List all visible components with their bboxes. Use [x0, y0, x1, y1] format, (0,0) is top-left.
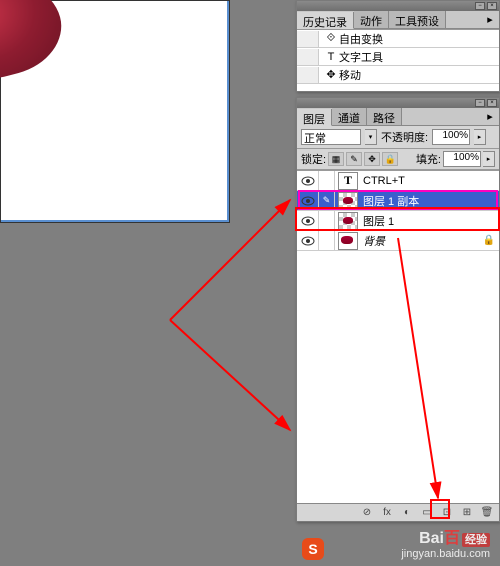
lock-pixels-icon[interactable]: ✎: [346, 152, 362, 166]
minimize-button[interactable]: −: [475, 99, 485, 107]
dropdown-arrow-icon[interactable]: ▾: [365, 129, 377, 145]
layer-name[interactable]: CTRL+T: [361, 175, 499, 187]
eye-icon: [301, 176, 315, 186]
history-item[interactable]: T 文字工具: [297, 48, 499, 66]
history-list: ⟐ 自由变换 T 文字工具 ✥ 移动: [297, 29, 499, 91]
adjustment-layer-button[interactable]: ▭: [419, 506, 435, 520]
link-toggle[interactable]: [319, 211, 335, 230]
link-toggle[interactable]: [319, 231, 335, 250]
watermark-text: 经验: [462, 533, 490, 547]
history-item-label: 文字工具: [339, 49, 383, 65]
eye-icon: [301, 196, 315, 206]
tab-history[interactable]: 历史记录: [297, 12, 354, 29]
opacity-label: 不透明度:: [381, 129, 428, 145]
eye-icon: [301, 216, 315, 226]
watermark-text: 百: [444, 530, 460, 547]
type-layer-thumb: T: [338, 172, 358, 190]
lock-label: 锁定:: [301, 151, 326, 167]
close-button[interactable]: ×: [487, 99, 497, 107]
layer-thumb: [338, 232, 358, 250]
opacity-input[interactable]: 100%: [432, 129, 470, 145]
tab-tool-presets[interactable]: 工具预设: [389, 11, 446, 28]
lock-icon: 🔒: [479, 235, 499, 246]
layer-name[interactable]: 背景: [361, 233, 479, 249]
move-tool-icon: ✥: [323, 68, 339, 81]
watermark: Bai百经验 jingyan.baidu.com: [401, 524, 490, 560]
watermark-text: Bai: [419, 530, 444, 547]
layer-row[interactable]: ✎ 图层 1 副本: [297, 191, 499, 211]
link-toggle[interactable]: ✎: [319, 191, 335, 210]
taskbar-app-icon[interactable]: S: [302, 538, 324, 560]
link-layers-button[interactable]: ⊘: [359, 506, 375, 520]
lock-transparency-icon[interactable]: ▦: [328, 152, 344, 166]
lock-position-icon[interactable]: ✥: [364, 152, 380, 166]
history-item[interactable]: ⟐ 自由变换: [297, 30, 499, 48]
tab-channels[interactable]: 通道: [332, 108, 367, 125]
type-tool-icon: T: [323, 51, 339, 63]
link-toggle[interactable]: [319, 171, 335, 190]
visibility-toggle[interactable]: [297, 171, 319, 190]
layer-list: T CTRL+T ✎ 图层 1 副本 图层 1 背景 🔒: [297, 170, 499, 503]
layer-row[interactable]: T CTRL+T: [297, 171, 499, 191]
panel-tabs: 历史记录 动作 工具预设 ▸: [297, 11, 499, 29]
delete-layer-button[interactable]: 🗑: [479, 506, 495, 520]
dropdown-arrow-icon[interactable]: ▸: [474, 129, 486, 145]
free-transform-icon: ⟐: [323, 32, 339, 45]
tab-layers[interactable]: 图层: [297, 109, 332, 126]
layer-name[interactable]: 图层 1: [361, 213, 499, 229]
fill-label: 填充:: [416, 151, 441, 167]
layers-panel: − × 图层 通道 路径 ▸ 正常 ▾ 不透明度: 100% ▸ 锁定: ▦ ✎…: [296, 97, 500, 522]
blend-mode-select[interactable]: 正常: [301, 129, 361, 145]
watermark-logo: Bai百经验: [401, 524, 490, 548]
panel-menu-icon[interactable]: ▸: [481, 11, 499, 28]
panel-tabs: 图层 通道 路径 ▸: [297, 108, 499, 126]
layer-row[interactable]: 图层 1: [297, 211, 499, 231]
panel-menu-icon[interactable]: ▸: [481, 108, 499, 125]
visibility-toggle[interactable]: [297, 191, 319, 210]
panel-titlebar: − ×: [297, 98, 499, 108]
lock-options-row: 锁定: ▦ ✎ ✥ 🔒 填充: 100% ▸: [297, 149, 499, 170]
layer-effects-button[interactable]: fx: [379, 506, 395, 520]
layer-options-row: 正常 ▾ 不透明度: 100% ▸: [297, 126, 499, 149]
history-thumb: [297, 67, 319, 83]
history-item[interactable]: ✥ 移动: [297, 66, 499, 84]
panel-titlebar: − ×: [297, 1, 499, 11]
tab-paths[interactable]: 路径: [367, 108, 402, 125]
layer-thumb: [338, 212, 358, 230]
lock-all-icon[interactable]: 🔒: [382, 152, 398, 166]
fill-input[interactable]: 100%: [443, 151, 481, 167]
history-thumb: [297, 31, 319, 47]
tab-actions[interactable]: 动作: [354, 11, 389, 28]
layer-row[interactable]: 背景 🔒: [297, 231, 499, 251]
minimize-button[interactable]: −: [475, 2, 485, 10]
dropdown-arrow-icon[interactable]: ▸: [483, 151, 495, 167]
history-panel: − × 历史记录 动作 工具预设 ▸ ⟐ 自由变换 T 文字工具 ✥ 移动: [296, 0, 500, 92]
history-item-label: 移动: [339, 67, 361, 83]
eye-icon: [301, 236, 315, 246]
history-item-label: 自由变换: [339, 31, 383, 47]
watermark-url: jingyan.baidu.com: [401, 548, 490, 560]
layer-mask-button[interactable]: ◐: [399, 506, 415, 520]
layer-thumb: [338, 192, 358, 210]
visibility-toggle[interactable]: [297, 231, 319, 250]
document-canvas[interactable]: [0, 0, 230, 223]
history-thumb: [297, 49, 319, 65]
close-button[interactable]: ×: [487, 2, 497, 10]
layer-footer: ⊘ fx ◐ ▭ ⊡ ⊞ 🗑: [297, 503, 499, 521]
layer-name[interactable]: 图层 1 副本: [361, 193, 499, 209]
visibility-toggle[interactable]: [297, 211, 319, 230]
new-layer-button[interactable]: ⊞: [459, 506, 475, 520]
new-group-button[interactable]: ⊡: [439, 506, 455, 520]
